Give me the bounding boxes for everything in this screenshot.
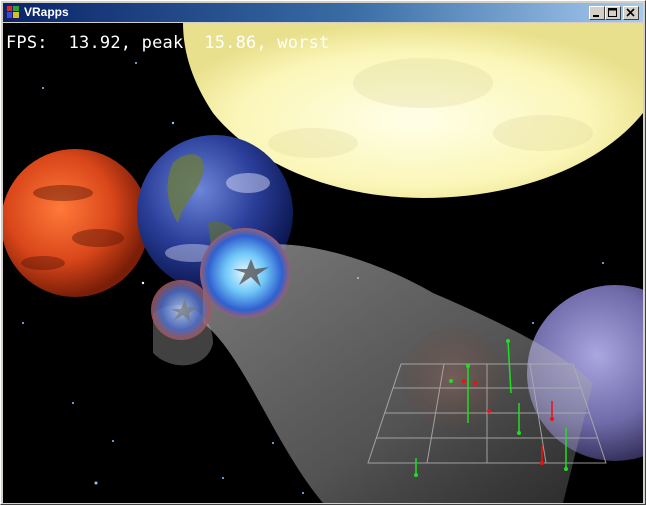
vrapps-app-icon[interactable] <box>6 5 20 19</box>
space-scene <box>3 23 643 503</box>
fps-readout: FPS: 13.92, peak 15.86, worst <box>6 33 330 53</box>
title-bar[interactable]: VRapps <box>3 3 643 22</box>
minimize-button[interactable] <box>589 6 605 20</box>
maximize-icon <box>608 8 617 17</box>
minimize-icon <box>593 15 599 17</box>
close-icon <box>626 8 635 17</box>
window-title: VRapps <box>24 5 69 19</box>
vrapps-window: VRapps FPS: 13.92, peak 15.86, worst <box>0 0 646 505</box>
mars-planet <box>3 149 149 297</box>
3d-viewport[interactable]: FPS: 13.92, peak 15.86, worst <box>3 23 643 503</box>
maximize-button[interactable] <box>605 6 621 20</box>
close-button[interactable] <box>623 6 639 20</box>
